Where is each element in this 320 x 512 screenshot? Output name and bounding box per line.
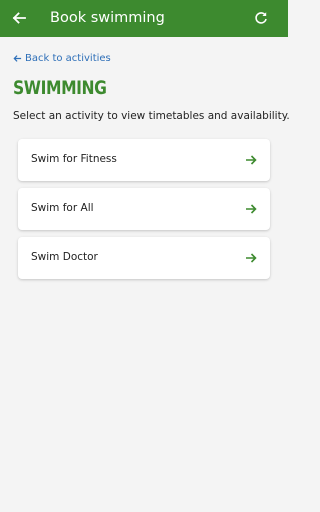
activity-label: Swim for Fitness [31,153,117,165]
activity-item-swim-for-all[interactable]: Swim for All [18,188,270,230]
app-bar-title: Book swimming [50,10,165,26]
page-title: SWIMMING [13,77,107,99]
activity-item-swim-for-fitness[interactable]: Swim for Fitness [18,139,270,181]
arrow-right-icon [244,153,258,167]
back-link-label: Back to activities [25,53,111,64]
activity-label: Swim for All [31,202,94,214]
back-button[interactable] [9,8,29,28]
arrow-right-icon [244,251,258,265]
activity-label: Swim Doctor [31,251,98,263]
refresh-icon [255,12,267,24]
app-bar: Book swimming [0,0,288,37]
arrow-left-icon [12,12,26,24]
page-intro: Select an activity to view timetables an… [13,110,290,122]
back-to-activities-link[interactable]: Back to activities [13,53,111,64]
arrow-left-icon [13,55,22,62]
activity-item-swim-doctor[interactable]: Swim Doctor [18,237,270,279]
arrow-right-icon [244,202,258,216]
refresh-button[interactable] [252,9,270,27]
